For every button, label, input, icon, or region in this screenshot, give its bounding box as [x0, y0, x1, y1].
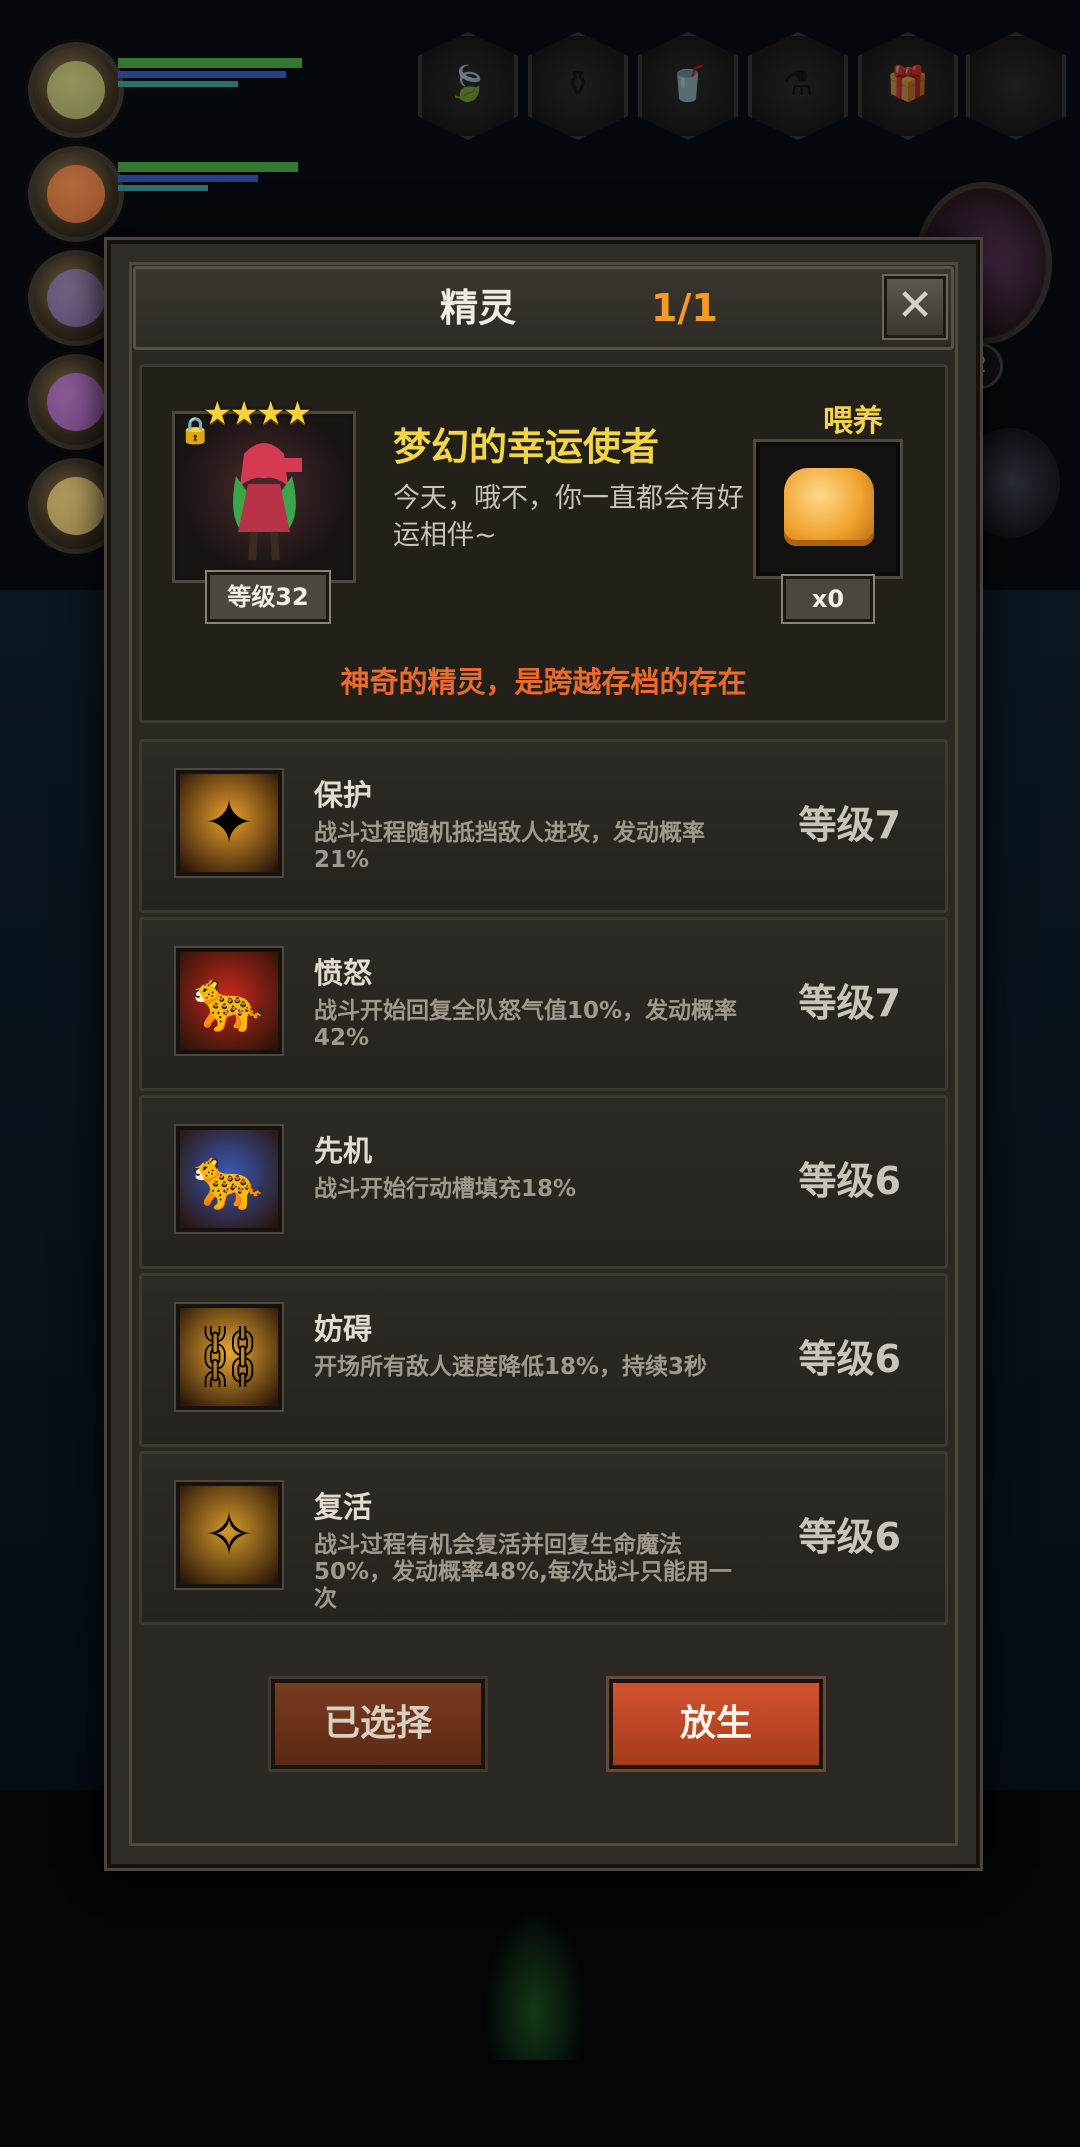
- panther-icon: 🐆: [176, 948, 282, 1054]
- item-slot-gift[interactable]: 🎁: [858, 32, 958, 140]
- skill-row[interactable]: ✧ 复活战斗过程有机会复活并回复生命魔法50%，发动概率48%,每次战斗只能用一次…: [139, 1451, 948, 1625]
- close-button[interactable]: ✕: [884, 276, 946, 338]
- spirit-sprite: [233, 443, 302, 561]
- skill-name: 妨碍: [314, 1312, 373, 1346]
- skill-level: 等级6: [798, 1515, 901, 1559]
- skill-name: 复活: [314, 1490, 373, 1524]
- guardian-icon: ✦: [176, 770, 282, 876]
- skill-glyph: 🐆: [191, 966, 267, 1036]
- spirit-tagline: 神奇的精灵，是跨越存档的存在: [340, 665, 747, 699]
- spirit-count: 1/1: [651, 286, 718, 330]
- hero-portrait-1[interactable]: [28, 42, 124, 138]
- skill-row[interactable]: ⛓ 妨碍开场所有敌人速度降低18%，持续3秒 等级6: [139, 1273, 948, 1447]
- selected-button[interactable]: 已选择: [271, 1679, 485, 1769]
- item-slot-leaf[interactable]: 🍃: [418, 32, 518, 140]
- dialog-title: 精灵: [439, 286, 516, 330]
- feed-label: 喂养: [823, 404, 883, 439]
- hero-bars-2: [118, 156, 318, 200]
- skill-description: 战斗过程随机抵挡敌人进攻，发动概率21%: [314, 820, 705, 873]
- skill-name: 愤怒: [314, 956, 373, 990]
- skill-glyph: ⛓: [190, 1322, 268, 1392]
- skill-description: 战斗过程有机会复活并回复生命魔法50%，发动概率48%,每次战斗只能用一次: [314, 1532, 732, 1612]
- sparkle-plant: [480, 1900, 590, 2060]
- skill-name: 先机: [314, 1134, 373, 1168]
- item-slot-flask[interactable]: ⚗: [748, 32, 848, 140]
- rarity-stars: ★★★★: [203, 394, 312, 432]
- dialog-title-bar: 精灵 1/1: [133, 266, 954, 350]
- skill-level: 等级7: [798, 981, 901, 1025]
- hero-portrait-2[interactable]: [28, 146, 124, 242]
- hero-bars-1: [118, 52, 318, 96]
- spirit-level-tag: 等级32: [207, 572, 329, 622]
- skill-row[interactable]: 🐆 先机战斗开始行动槽填充18% 等级6: [139, 1095, 948, 1269]
- item-slot-empty[interactable]: [966, 32, 1066, 140]
- spirit-dialog: 精灵 1/1 ✕ 神奇的精灵，是跨越存档的存在 🔒 ★★★★ 等级32 梦幻的幸…: [107, 240, 980, 1868]
- leopard-icon: 🐆: [176, 1126, 282, 1232]
- skill-row[interactable]: 🐆 愤怒战斗开始回复全队怒气值10%，发动概率42% 等级7: [139, 917, 948, 1091]
- skill-level: 等级6: [798, 1159, 901, 1203]
- skill-row[interactable]: ✦ 保护战斗过程随机抵挡敌人进攻，发动概率21% 等级7: [139, 739, 948, 913]
- spirit-description: 今天，哦不，你一直都会有好运相伴~: [393, 483, 744, 551]
- skill-level: 等级6: [798, 1337, 901, 1381]
- skill-description: 开场所有敌人速度降低18%，持续3秒: [314, 1354, 708, 1380]
- item-slot-potion[interactable]: ⚱: [528, 32, 628, 140]
- bread-icon: [784, 468, 874, 546]
- skill-description: 战斗开始回复全队怒气值10%，发动概率42%: [314, 998, 738, 1051]
- spirit-name: 梦幻的幸运使者: [393, 425, 660, 469]
- skill-level: 等级7: [798, 803, 901, 847]
- lock-icon[interactable]: 🔒: [179, 416, 211, 446]
- feed-item-slot[interactable]: [756, 442, 900, 576]
- skill-description: 战斗开始行动槽填充18%: [314, 1176, 577, 1202]
- skill-glyph: ✧: [203, 1500, 255, 1570]
- skill-glyph: ✦: [203, 788, 255, 858]
- item-slot-drink[interactable]: 🥤: [638, 32, 738, 140]
- revive-icon: ✧: [176, 1482, 282, 1588]
- shackle-icon: ⛓: [176, 1304, 282, 1410]
- feed-count: x0: [783, 576, 873, 622]
- skill-glyph: 🐆: [191, 1144, 267, 1214]
- skill-name: 保护: [314, 778, 373, 812]
- release-button[interactable]: 放生: [609, 1679, 823, 1769]
